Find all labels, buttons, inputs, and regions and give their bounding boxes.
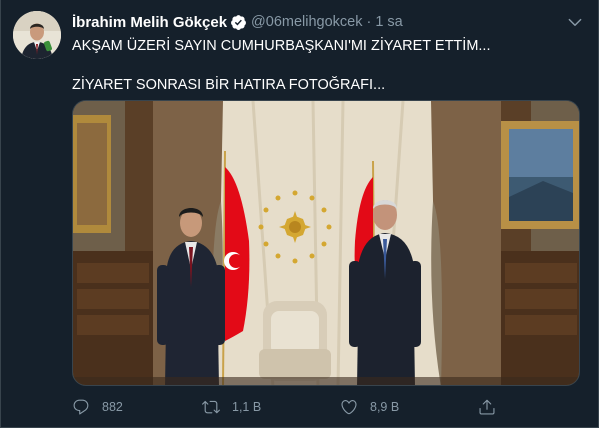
retweet-count: 1,1 B [232, 400, 262, 414]
tweet-timestamp[interactable]: 1 sa [375, 14, 402, 30]
author-name[interactable]: İbrahim Melih Gökçek [72, 14, 227, 31]
reply-count: 882 [102, 400, 123, 414]
tweet-text: AKŞAM ÜZERİ SAYIN CUMHURBAŞKANI'MI ZİYAR… [72, 36, 584, 95]
tweet-photo[interactable] [72, 100, 580, 386]
verified-badge-icon [231, 14, 246, 30]
share-icon [479, 399, 495, 415]
tweet-card[interactable]: İbrahim Melih Gökçek @06melihgokcek · 1 … [0, 0, 599, 428]
tweet-header: İbrahim Melih Gökçek @06melihgokcek · 1 … [72, 12, 584, 32]
like-count: 8,9 B [370, 400, 400, 414]
author-avatar[interactable] [13, 11, 61, 59]
header-separator: · [366, 14, 372, 30]
chevron-down-icon[interactable] [566, 13, 584, 31]
author-handle[interactable]: @06melihgokcek [251, 14, 362, 30]
tweet-text-line: AKŞAM ÜZERİ SAYIN CUMHURBAŞKANI'MI ZİYAR… [72, 38, 491, 54]
reply-icon [73, 399, 89, 415]
retweet-button[interactable]: 1,1 B [202, 396, 261, 418]
heart-icon [341, 400, 357, 415]
retweet-icon [202, 400, 220, 414]
tweet-text-line: ZİYARET SONRASI BİR HATIRA FOTOĞRAFI... [72, 77, 386, 93]
reply-button[interactable]: 882 [72, 396, 123, 418]
like-button[interactable]: 8,9 B [340, 396, 399, 418]
photo-scene [73, 101, 579, 385]
tweet-actions: 882 1,1 B 8,9 B [72, 396, 512, 418]
share-button[interactable] [478, 396, 496, 418]
